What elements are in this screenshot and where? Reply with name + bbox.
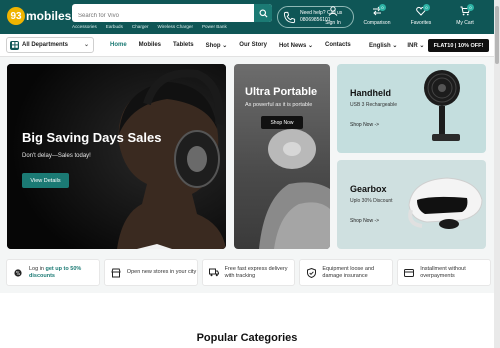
handheld-subtitle: USB 3 Rechargeable	[350, 102, 397, 108]
gearbox-subtitle: Uplo 30% Discount	[350, 198, 393, 204]
promo-code-button[interactable]: FLAT10 | 10% OFF!	[428, 39, 489, 52]
all-departments-dropdown[interactable]: All Departments ⌄	[6, 37, 94, 53]
cart-label: My Cart	[456, 20, 474, 26]
handheld-shop-link[interactable]: Shop Now ->	[350, 122, 379, 128]
gearbox-card[interactable]: Gearbox Uplo 30% Discount Shop Now ->	[337, 160, 486, 249]
scrollbar-thumb[interactable]	[495, 6, 499, 64]
language-selector[interactable]: English ⌄	[369, 42, 397, 49]
suggestion-link[interactable]: Wireless Charger	[158, 24, 193, 29]
header-icons: Sign In 0 Comparison 0 Favorites 0 My Ca…	[318, 4, 480, 26]
fan-image	[424, 70, 460, 141]
search-input[interactable]	[72, 7, 252, 22]
suggestion-link[interactable]: Charger	[132, 24, 149, 29]
search-suggestions: Accessories Earbuds Charger Wireless Cha…	[72, 24, 227, 29]
feature-text: Open new stores in your city	[126, 269, 197, 275]
top-header: 93 mobiles Accessories Earbuds Charger W…	[0, 0, 494, 34]
gearbox-title: Gearbox	[350, 184, 387, 194]
sign-in-button[interactable]: Sign In	[318, 6, 348, 26]
section-title: Popular Categories	[196, 332, 298, 344]
feature-stores[interactable]: Open new stores in your city	[103, 259, 198, 286]
view-details-button[interactable]: View Details	[22, 173, 69, 188]
departments-label: All Departments	[22, 42, 69, 48]
hero-title: Big Saving Days Sales	[22, 130, 162, 145]
ultra-portable-subtitle: As powerful as it is portable	[245, 102, 313, 108]
shield-icon	[306, 267, 316, 278]
discount-icon: %	[13, 268, 23, 277]
main-navigation: All Departments ⌄ Home Mobiles Tablets S…	[0, 34, 494, 57]
sign-in-label: Sign In	[325, 20, 341, 26]
phone-icon	[281, 11, 297, 24]
ultra-portable-card[interactable]: Ultra Portable As powerful as it is port…	[234, 64, 330, 249]
currency-selector[interactable]: INR ⌄	[407, 42, 424, 49]
feature-delivery[interactable]: Free fast express delivery with tracking	[201, 259, 296, 286]
search-bar	[72, 4, 272, 22]
search-button[interactable]	[254, 4, 272, 22]
favorites-count: 0	[423, 4, 430, 11]
ultra-portable-title: Ultra Portable	[245, 86, 318, 98]
grid-icon	[10, 40, 19, 50]
feature-text: Equipment loose and damage insurance	[322, 265, 375, 279]
nav-our-story[interactable]: Our Story	[239, 42, 267, 49]
store-icon	[111, 268, 121, 278]
chevron-down-icon: ⌄	[83, 42, 89, 48]
cart-count: 0	[467, 4, 474, 11]
nav-mobiles[interactable]: Mobiles	[139, 42, 161, 49]
svg-text:%: %	[16, 270, 21, 276]
feature-text: Log in	[29, 265, 46, 272]
suggestion-link[interactable]: Power Bank	[202, 24, 227, 29]
comparison-label: Comparison	[363, 20, 391, 26]
feature-text: Free fast express delivery with tracking	[224, 265, 288, 279]
logo-badge: 93	[7, 7, 25, 25]
handheld-card[interactable]: Handheld USB 3 Rechargeable Shop Now ->	[337, 64, 486, 153]
feature-installment[interactable]: Installment without overpayments	[397, 259, 491, 286]
handheld-title: Handheld	[350, 88, 392, 98]
locale-selectors: English ⌄ INR ⌄	[369, 42, 424, 49]
favorites-label: Favorites	[410, 20, 432, 26]
hero-subtitle: Don't delay—Sales today!	[22, 153, 91, 159]
shop-now-button[interactable]: Shop Now	[261, 116, 303, 129]
nav-links: Home Mobiles Tablets Shop ⌄ Our Story Ho…	[110, 42, 351, 49]
comparison-button[interactable]: 0 Comparison	[362, 4, 392, 26]
vr-headset-image	[408, 177, 483, 229]
suggestion-link[interactable]: Accessories	[72, 24, 97, 29]
feature-insurance[interactable]: Equipment loose and damage insurance	[299, 259, 394, 286]
feature-discount[interactable]: % Log in get up to 50% discounts	[6, 259, 100, 286]
nav-contacts[interactable]: Contacts	[325, 42, 351, 49]
site-logo[interactable]: 93 mobiles	[7, 7, 71, 25]
gearbox-shop-link[interactable]: Shop Now ->	[350, 218, 379, 224]
nav-shop[interactable]: Shop ⌄	[206, 42, 228, 49]
nav-tablets[interactable]: Tablets	[173, 42, 194, 49]
cart-button[interactable]: 0 My Cart	[450, 4, 480, 26]
feature-text: Installment without overpayments	[420, 265, 466, 279]
user-icon	[328, 6, 338, 16]
hero-banner[interactable]: Big Saving Days Sales Don't delay—Sales …	[7, 64, 226, 249]
nav-hot-news[interactable]: Hot News ⌄	[279, 42, 313, 49]
feature-strip: % Log in get up to 50% discounts Open ne…	[6, 259, 491, 286]
favorites-button[interactable]: 0 Favorites	[406, 4, 436, 26]
truck-icon	[208, 268, 219, 277]
card-icon	[404, 268, 415, 277]
logo-text: mobiles	[26, 9, 72, 23]
comparison-count: 0	[379, 4, 386, 11]
search-icon	[258, 8, 268, 18]
nav-home[interactable]: Home	[110, 42, 127, 49]
suggestion-link[interactable]: Earbuds	[106, 24, 123, 29]
scrollbar[interactable]	[494, 0, 500, 348]
